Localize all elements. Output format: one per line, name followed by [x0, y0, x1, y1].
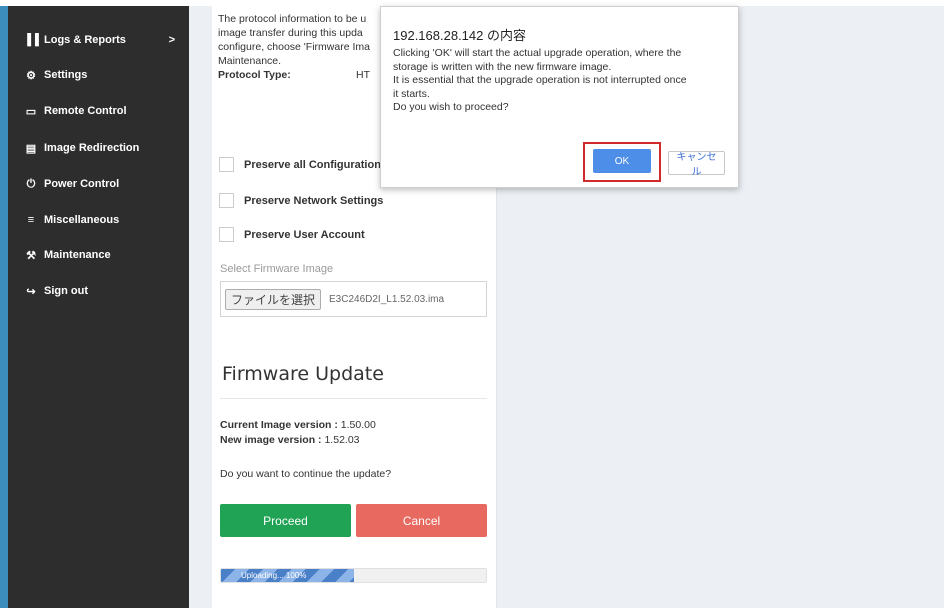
menu-icon: ≡	[27, 214, 35, 226]
protocol-type-value: HT	[356, 69, 370, 81]
divider	[220, 398, 487, 399]
preserve-user-account-checkbox[interactable]	[219, 227, 234, 242]
preserve-network-checkbox[interactable]	[219, 193, 234, 208]
current-version-label: Current Image version :	[220, 419, 338, 431]
new-version-row: New image version : 1.52.03	[220, 434, 360, 446]
choose-file-button[interactable]: ファイルを選択	[225, 289, 322, 310]
sidebar-item-logs-reports[interactable]: ▐▐ Logs & Reports >	[8, 24, 189, 56]
sidebar: ▐▐ Logs & Reports > ⚙ Settings ▭ Remote …	[8, 6, 189, 608]
bar-chart-icon: ▐▐	[23, 34, 39, 46]
new-version-label: New image version :	[220, 434, 322, 446]
power-icon: ⏻	[26, 177, 36, 190]
preserve-network-label: Preserve Network Settings	[244, 194, 384, 207]
continue-question: Do you want to continue the update?	[220, 468, 392, 480]
selected-file-name: E3C246D2I_L1.52.03.ima	[329, 294, 445, 305]
sidebar-item-label: Power Control	[44, 178, 120, 190]
sidebar-item-label: Logs & Reports	[44, 34, 126, 46]
dialog-ok-button[interactable]: OK	[593, 149, 651, 173]
dialog-message: Clicking 'OK' will start the actual upgr…	[393, 47, 728, 115]
confirm-dialog: 192.168.28.142 の内容 Clicking 'OK' will st…	[380, 6, 739, 188]
chevron-right-icon: >	[168, 34, 175, 46]
preserve-all-config-option[interactable]: Preserve all Configuration	[219, 157, 381, 172]
sidebar-item-label: Maintenance	[44, 249, 111, 261]
sidebar-item-label: Sign out	[44, 285, 88, 297]
preserve-all-config-label: Preserve all Configuration	[244, 158, 381, 171]
current-version-value: 1.50.00	[340, 419, 376, 431]
dialog-message-line: Clicking 'OK' will start the actual upgr…	[393, 47, 682, 59]
firmware-file-input[interactable]: ファイルを選択 E3C246D2I_L1.52.03.ima	[220, 281, 487, 317]
sign-out-icon: ↪	[26, 285, 36, 298]
sidebar-item-power-control[interactable]: ⏻ Power Control	[8, 168, 189, 200]
dialog-message-line: storage is written with the new firmware…	[393, 60, 612, 73]
upload-progress-fill: Uploading... 100%	[221, 569, 354, 582]
sidebar-item-settings[interactable]: ⚙ Settings	[8, 59, 189, 91]
left-border	[0, 6, 8, 608]
preserve-network-option[interactable]: Preserve Network Settings	[219, 193, 383, 208]
dialog-message-line: It is essential that the upgrade operati…	[393, 74, 687, 86]
sidebar-item-label: Settings	[44, 69, 88, 81]
current-version-row: Current Image version : 1.50.00	[220, 419, 376, 431]
dialog-cancel-button[interactable]: キャンセル	[668, 151, 725, 178]
sidebar-item-label: Miscellaneous	[44, 214, 120, 226]
proceed-button[interactable]: Proceed	[220, 504, 351, 537]
sidebar-item-label: Image Redirection	[44, 142, 140, 154]
dialog-message-line: it starts.	[393, 87, 430, 100]
preserve-all-config-checkbox[interactable]	[219, 157, 234, 172]
upload-progress-bar: Uploading... 100%	[220, 568, 487, 583]
preserve-user-account-label: Preserve User Account	[244, 228, 365, 241]
wrench-icon: ⚒	[26, 249, 36, 262]
drive-icon: ▤	[25, 142, 37, 155]
select-firmware-label: Select Firmware Image	[220, 263, 334, 275]
monitor-icon: ▭	[25, 105, 37, 118]
preserve-user-account-option[interactable]: Preserve User Account	[219, 227, 365, 242]
dialog-message-line: Do you wish to proceed?	[393, 101, 509, 113]
sidebar-item-label: Remote Control	[44, 105, 127, 117]
ok-button-highlight: OK	[583, 142, 661, 182]
protocol-type-label: Protocol Type:	[218, 69, 291, 81]
sidebar-item-maintenance[interactable]: ⚒ Maintenance	[8, 239, 189, 271]
sidebar-item-image-redirection[interactable]: ▤ Image Redirection	[8, 132, 189, 164]
sidebar-item-sign-out[interactable]: ↪ Sign out	[8, 275, 189, 307]
sidebar-item-remote-control[interactable]: ▭ Remote Control	[8, 95, 189, 127]
cancel-button[interactable]: Cancel	[356, 504, 487, 537]
sidebar-item-miscellaneous[interactable]: ≡ Miscellaneous	[8, 204, 189, 236]
gear-icon: ⚙	[26, 69, 36, 82]
section-title: Firmware Update	[222, 363, 384, 385]
content-gutter	[189, 6, 212, 608]
dialog-title: 192.168.28.142 の内容	[393, 28, 526, 43]
new-version-value: 1.52.03	[324, 434, 360, 446]
